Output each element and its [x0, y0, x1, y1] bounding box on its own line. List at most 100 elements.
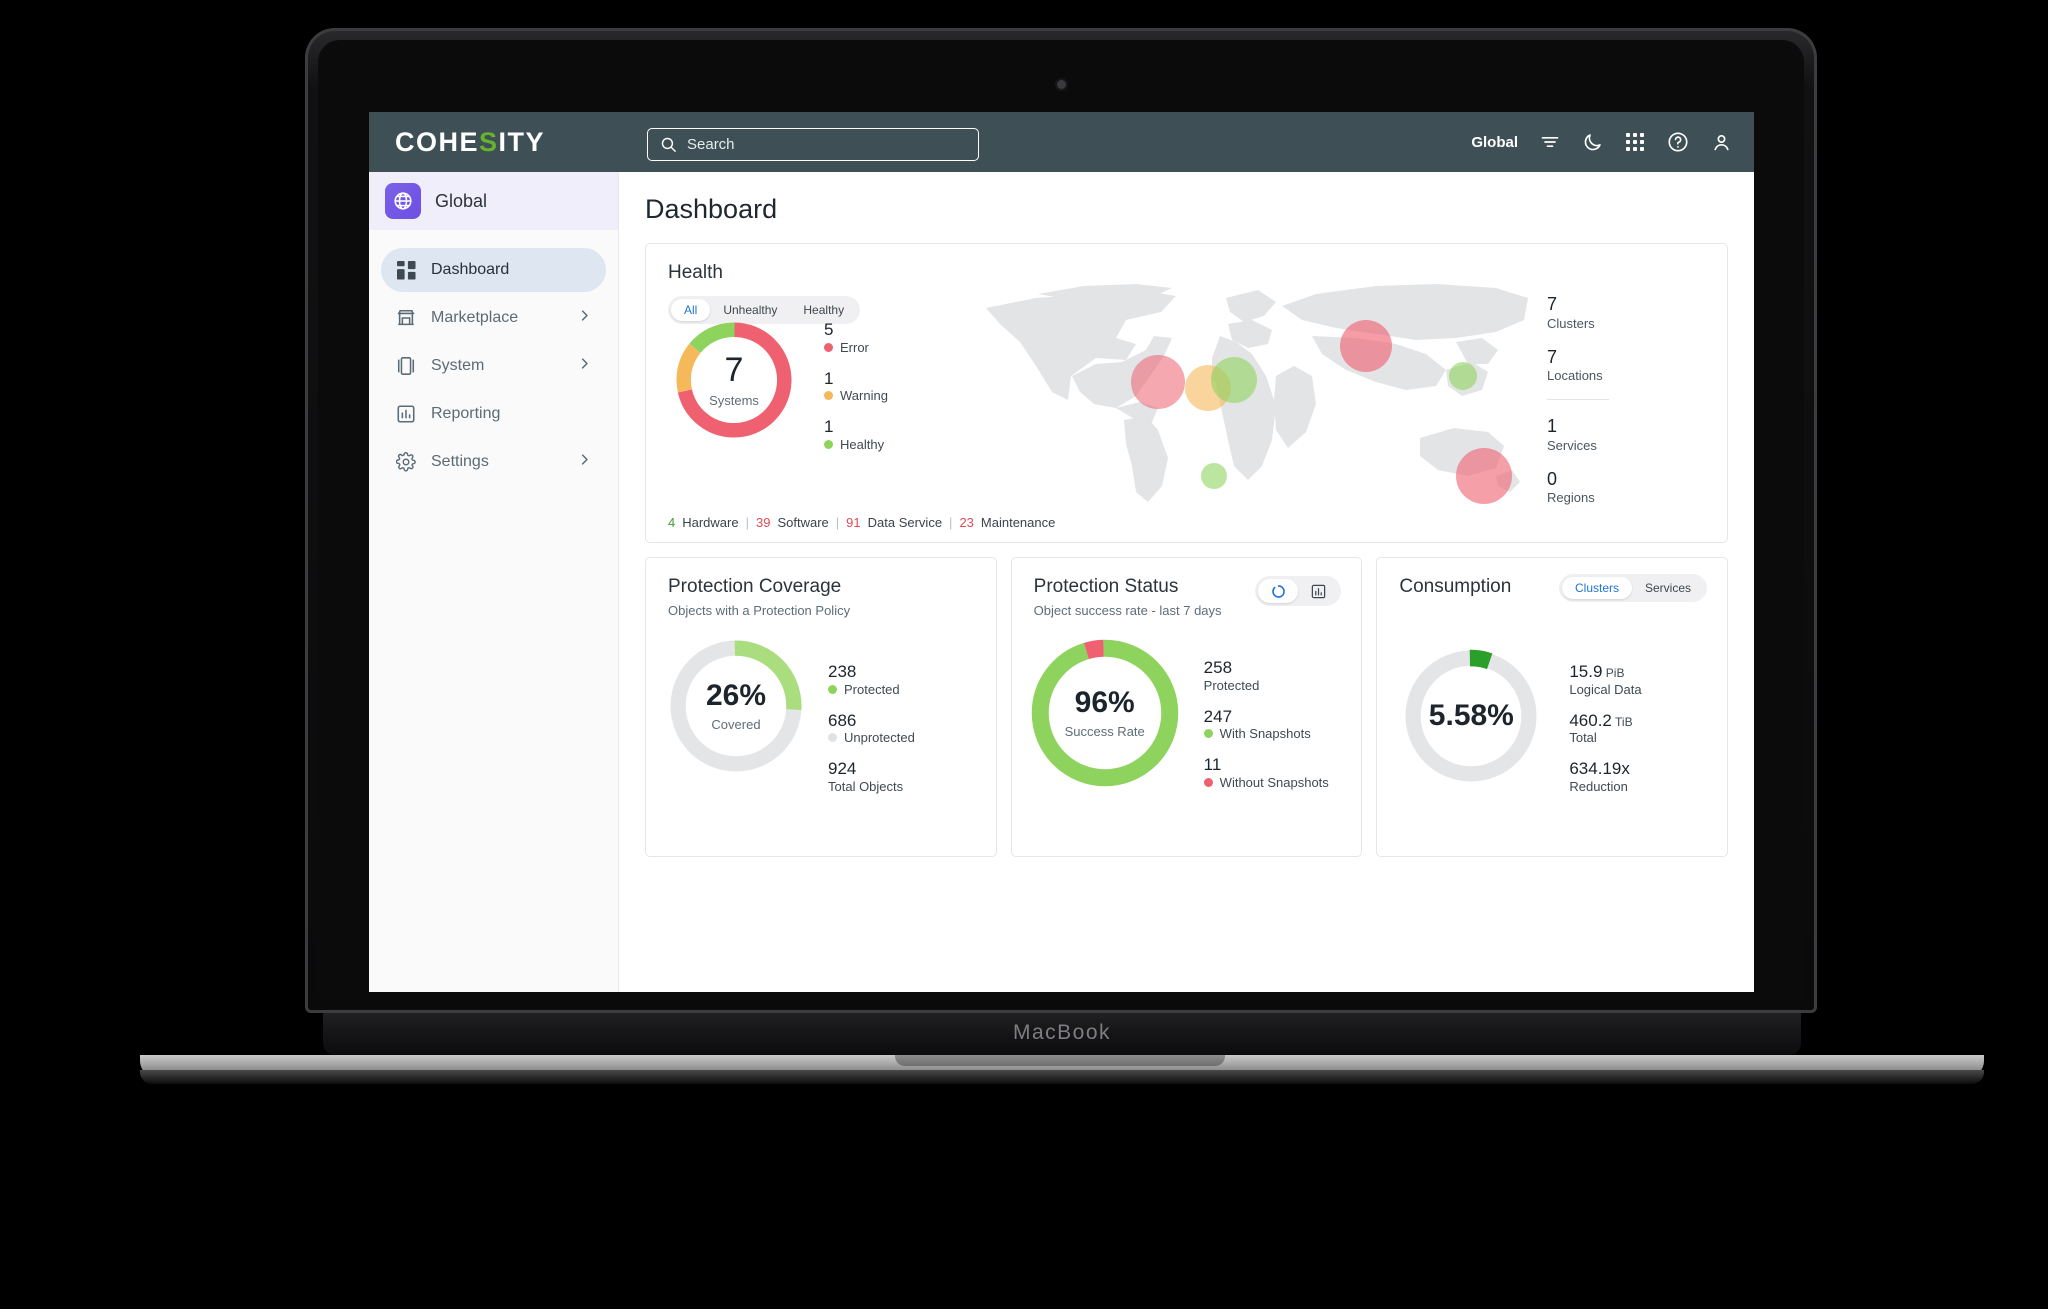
- stat-value: 634.19x: [1569, 759, 1630, 779]
- sidebar-item-settings[interactable]: Settings: [381, 440, 606, 484]
- legend-color-dot: [1203, 777, 1213, 787]
- legend-item: 686 Unprotected: [828, 710, 915, 745]
- help-icon[interactable]: [1667, 131, 1689, 153]
- legend-value: 5: [824, 320, 834, 339]
- health-center-label: Systems: [709, 392, 759, 408]
- footer-value[interactable]: 39: [756, 515, 770, 530]
- tab-services[interactable]: Services: [1632, 577, 1704, 599]
- consumption-center-value: 5.58%: [1428, 699, 1514, 732]
- map-bubble[interactable]: [1131, 355, 1185, 409]
- world-map[interactable]: [976, 280, 1536, 510]
- macbook-label: MacBook: [1012, 1021, 1112, 1044]
- stat-clusters: 7 Clusters: [1547, 294, 1667, 331]
- donut-chart-icon[interactable]: [1258, 579, 1299, 603]
- legend-color-dot: [824, 342, 833, 352]
- coverage-center-value: 26%: [705, 678, 767, 712]
- stat-label: Logical Data: [1569, 681, 1642, 697]
- health-card: Health All Unhealthy Healthy 7 Systems 5…: [645, 243, 1728, 543]
- screenshot-stage: COHESITY Search Global Global Dashboard …: [0, 0, 2048, 1309]
- stat-services: 1 Services: [1547, 416, 1667, 453]
- tab-clusters[interactable]: Clusters: [1561, 577, 1632, 599]
- apps-grid-icon[interactable]: [1625, 132, 1645, 152]
- legend-item: 11 Without Snapshots: [1203, 755, 1329, 790]
- coverage-title: Protection Coverage: [668, 576, 842, 597]
- legend-item: 5 Error: [824, 320, 888, 355]
- status-donut-chart: 96% Success Rate: [1020, 628, 1190, 798]
- bar-chart-icon[interactable]: [1298, 579, 1338, 603]
- logo-prefix: COHE: [395, 126, 480, 157]
- footer-value[interactable]: 4: [668, 515, 675, 530]
- stat-value: 460.2 TiB: [1569, 711, 1641, 731]
- map-bubble[interactable]: [1456, 448, 1512, 504]
- sidebar-item-label: Dashboard: [431, 261, 510, 278]
- screen-content: COHESITY Search Global Global Dashboard …: [369, 112, 1754, 992]
- map-bubble[interactable]: [1340, 320, 1392, 372]
- filter-icon[interactable]: [1540, 132, 1560, 152]
- coverage-legend: 238 Protected 686 Unprotected 924 Total …: [828, 630, 915, 808]
- sidebar-nav: Dashboard Marketplace System Reporting S…: [369, 230, 618, 484]
- status-protected: 258 Protected: [1204, 658, 1329, 693]
- legend-value: 247: [1203, 706, 1233, 726]
- sidebar-item-dashboard[interactable]: Dashboard: [381, 248, 606, 292]
- legend-value: 1: [824, 417, 834, 437]
- chevron-right-icon: [577, 308, 592, 328]
- search-placeholder: Search: [687, 136, 735, 153]
- laptop-base-notch: [895, 1055, 1225, 1066]
- stat-label: Locations: [1547, 368, 1603, 384]
- stat-regions: 0 Regions: [1547, 469, 1667, 506]
- legend-value: 686: [828, 710, 857, 730]
- topbar-actions: Global: [1471, 112, 1732, 172]
- scope-selector-label[interactable]: Global: [1471, 134, 1518, 151]
- sidebar-item-marketplace[interactable]: Marketplace: [381, 296, 606, 340]
- globe-icon: [385, 183, 421, 219]
- footer-separator: |: [949, 515, 953, 530]
- stat-locations: 7 Locations: [1547, 347, 1667, 384]
- stat-total: 460.2 TiB Total: [1569, 711, 1641, 746]
- sidebar-item-reporting[interactable]: Reporting: [381, 392, 606, 436]
- stat-label: Total: [1569, 730, 1597, 746]
- sidebar-scope-row[interactable]: Global: [369, 172, 618, 230]
- stat-reduction: 634.19x Reduction: [1569, 759, 1641, 794]
- status-legend: 258 Protected 247 With Snapshots 11 With…: [1203, 628, 1329, 804]
- legend-color-dot: [824, 439, 833, 449]
- consumption-donut-chart: 5.58%: [1395, 640, 1547, 792]
- sidebar-item-label: Settings: [431, 453, 489, 470]
- map-bubble[interactable]: [1201, 463, 1227, 489]
- footer-value[interactable]: 91: [846, 515, 860, 530]
- webcam-icon: [1057, 80, 1066, 89]
- legend-item: 247 With Snapshots: [1203, 706, 1329, 742]
- footer-value[interactable]: 23: [959, 515, 973, 530]
- map-bubble[interactable]: [1211, 357, 1257, 403]
- protection-status-card: Protection Status Object success rate - …: [1010, 557, 1363, 857]
- legend-label: Protected: [844, 681, 900, 697]
- footer-label: Maintenance: [980, 515, 1056, 530]
- dark-mode-icon[interactable]: [1582, 132, 1603, 153]
- logo-suffix: ITY: [498, 126, 546, 157]
- chevron-right-icon: [577, 452, 592, 472]
- stat-number: 15.9: [1569, 662, 1603, 681]
- stats-divider: [1547, 399, 1609, 401]
- app-topbar: COHESITY Search Global: [369, 112, 1754, 172]
- stat-logical-data: 15.9 PiB Logical Data: [1569, 662, 1641, 697]
- status-center-value: 96%: [1074, 685, 1135, 719]
- cohesity-logo: COHESITY: [395, 127, 545, 158]
- legend-label: Healthy: [840, 436, 885, 452]
- search-icon: [661, 137, 677, 153]
- map-bubble[interactable]: [1449, 362, 1477, 390]
- legend-item: 1 Warning: [824, 369, 888, 404]
- health-footer-counts: 4 Hardware | 39 Software | 91 Data Servi…: [668, 515, 1055, 530]
- sidebar-scope-label: Global: [435, 190, 488, 211]
- legend-label: Warning: [840, 388, 888, 404]
- page-title: Dashboard: [645, 194, 778, 224]
- footer-separator: |: [745, 515, 749, 530]
- legend-value: 11: [1203, 755, 1222, 775]
- sidebar-item-system[interactable]: System: [381, 344, 606, 388]
- legend-label: Without Snapshots: [1219, 774, 1329, 790]
- user-icon[interactable]: [1711, 132, 1732, 153]
- legend-label: With Snapshots: [1219, 726, 1311, 742]
- stat-unit: TiB: [1615, 714, 1633, 729]
- search-input[interactable]: Search: [647, 128, 979, 161]
- stat-value: 1: [1547, 416, 1558, 437]
- world-map-svg: [986, 284, 1528, 504]
- footer-label: Data Service: [867, 515, 943, 530]
